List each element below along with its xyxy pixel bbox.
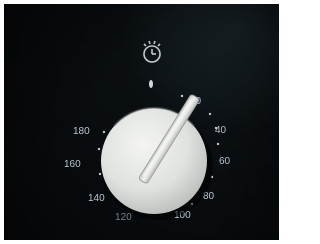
oven-control-photo: 20 40 60 80 100 120 140 160 180 [4, 4, 279, 240]
photo-vignette [4, 4, 279, 240]
